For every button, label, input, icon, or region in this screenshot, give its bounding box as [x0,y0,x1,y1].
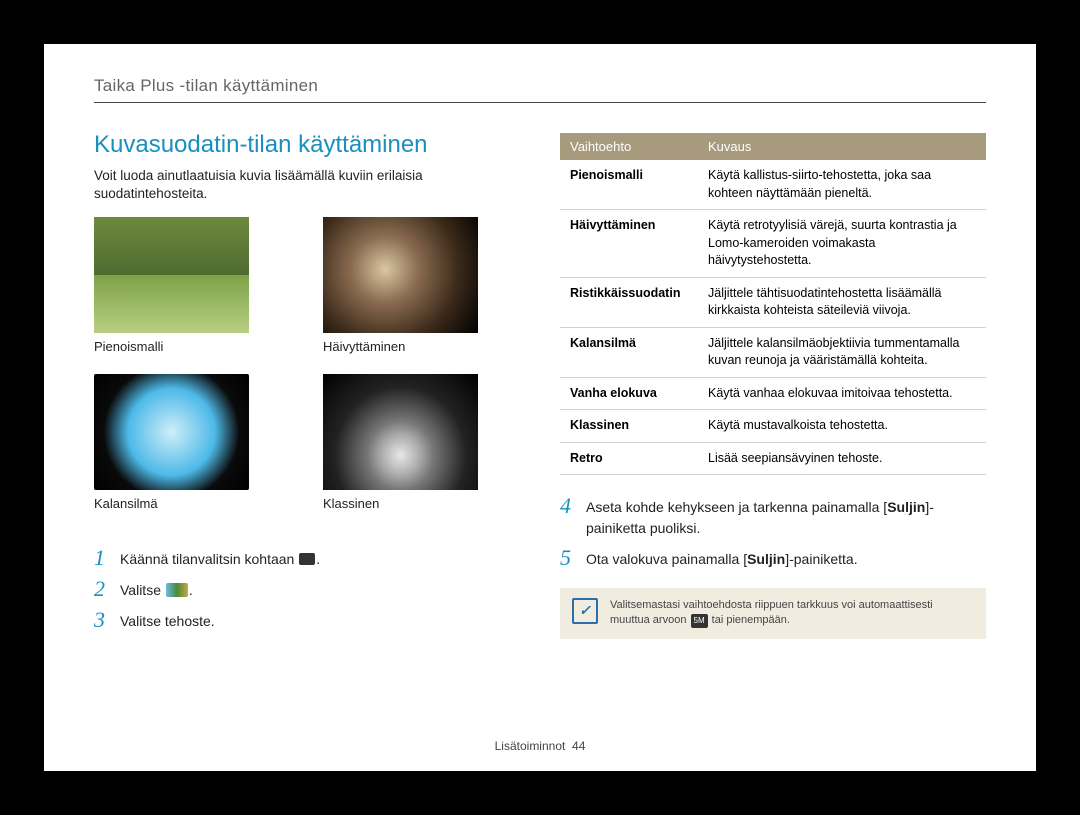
thumb-cell-classic: Klassinen [323,374,520,525]
thumb-label: Klassinen [323,496,520,511]
table-row: Vanha elokuva Käytä vanhaa elokuvaa imit… [560,377,986,410]
thumb-label: Kalansilmä [94,496,291,511]
steps-list-right: 4 Aseta kohde kehykseen ja tarkenna pain… [560,495,986,570]
step-item: 1 Käännä tilanvalitsin kohtaan . [94,547,520,570]
note-text: Valitsemastasi vaihtoehdosta riippuen ta… [610,598,974,629]
options-table: Vaihtoehto Kuvaus Pienoismalli Käytä kal… [560,133,986,475]
footer-section: Lisätoiminnot [495,739,566,753]
step-text: Aseta kohde kehykseen ja tarkenna painam… [586,495,986,539]
option-desc: Käytä kallistus-siirto-tehostetta, joka … [698,160,986,210]
thumb-cell-vignette: Häivyttäminen [323,217,520,368]
thumbnail-grid: Pienoismalli Häivyttäminen Kalansilmä Kl… [94,217,520,525]
step-text: Ota valokuva painamalla [Suljin]-painike… [586,547,858,570]
step-number: 4 [560,495,586,517]
step-item: 4 Aseta kohde kehykseen ja tarkenna pain… [560,495,986,539]
option-desc: Jäljittele tähtisuodatintehostetta lisää… [698,277,986,327]
filter-mode-icon [166,583,188,597]
option-name: Pienoismalli [560,160,698,210]
step-text: Valitse tehoste. [120,609,215,632]
mode-dial-icon [299,553,315,565]
option-name: Klassinen [560,410,698,443]
note-icon: ✓ [572,598,598,624]
option-name: Vanha elokuva [560,377,698,410]
step-item: 2 Valitse . [94,578,520,601]
step-item: 5 Ota valokuva painamalla [Suljin]-paini… [560,547,986,570]
footer-page-number: 44 [572,739,585,753]
option-desc: Lisää seepiansävyinen tehoste. [698,442,986,475]
th-option: Vaihtoehto [560,133,698,160]
right-column: Vaihtoehto Kuvaus Pienoismalli Käytä kal… [560,131,986,640]
option-name: Retro [560,442,698,475]
intro-text: Voit luoda ainutlaatuisia kuvia lisäämäl… [94,167,520,203]
table-row: Ristikkäissuodatin Jäljittele tähtisuoda… [560,277,986,327]
left-column: Kuvasuodatin-tilan käyttäminen Voit luod… [94,131,520,640]
thumb-cell-fisheye: Kalansilmä [94,374,291,525]
section-title: Kuvasuodatin-tilan käyttäminen [94,131,520,159]
table-row: Pienoismalli Käytä kallistus-siirto-teho… [560,160,986,210]
table-row: Retro Lisää seepiansävyinen tehoste. [560,442,986,475]
step-text: Käännä tilanvalitsin kohtaan . [120,547,320,570]
table-row: Kalansilmä Jäljittele kalansilmäobjektii… [560,327,986,377]
thumb-image-classic [323,374,478,490]
options-tbody: Pienoismalli Käytä kallistus-siirto-teho… [560,160,986,475]
step-item: 3 Valitse tehoste. [94,609,520,632]
note-box: ✓ Valitsemastasi vaihtoehdosta riippuen … [560,588,986,639]
option-desc: Jäljittele kalansilmäobjektiivia tumment… [698,327,986,377]
resolution-badge: 5M [691,614,708,627]
thumb-label: Pienoismalli [94,339,291,354]
option-name: Kalansilmä [560,327,698,377]
page-header: Taika Plus -tilan käyttäminen [94,76,986,103]
content-columns: Kuvasuodatin-tilan käyttäminen Voit luod… [94,131,986,640]
option-desc: Käytä mustavalkoista tehostetta. [698,410,986,443]
step-number: 3 [94,609,120,631]
page-footer: Lisätoiminnot 44 [44,739,1036,753]
option-desc: Käytä vanhaa elokuvaa imitoivaa tehostet… [698,377,986,410]
thumb-label: Häivyttäminen [323,339,520,354]
option-desc: Käytä retrotyylisiä värejä, suurta kontr… [698,210,986,278]
th-description: Kuvaus [698,133,986,160]
thumb-cell-miniature: Pienoismalli [94,217,291,368]
table-row: Klassinen Käytä mustavalkoista tehostett… [560,410,986,443]
header-title: Taika Plus -tilan käyttäminen [94,76,318,95]
option-name: Ristikkäissuodatin [560,277,698,327]
steps-list-left: 1 Käännä tilanvalitsin kohtaan . 2 Valit… [94,547,520,632]
step-number: 2 [94,578,120,600]
manual-page: Taika Plus -tilan käyttäminen Kuvasuodat… [44,44,1036,771]
thumb-image-vignette [323,217,478,333]
step-number: 1 [94,547,120,569]
step-number: 5 [560,547,586,569]
table-header-row: Vaihtoehto Kuvaus [560,133,986,160]
thumb-image-fisheye [94,374,249,490]
table-row: Häivyttäminen Käytä retrotyylisiä värejä… [560,210,986,278]
thumb-image-miniature [94,217,249,333]
option-name: Häivyttäminen [560,210,698,278]
step-text: Valitse . [120,578,193,601]
